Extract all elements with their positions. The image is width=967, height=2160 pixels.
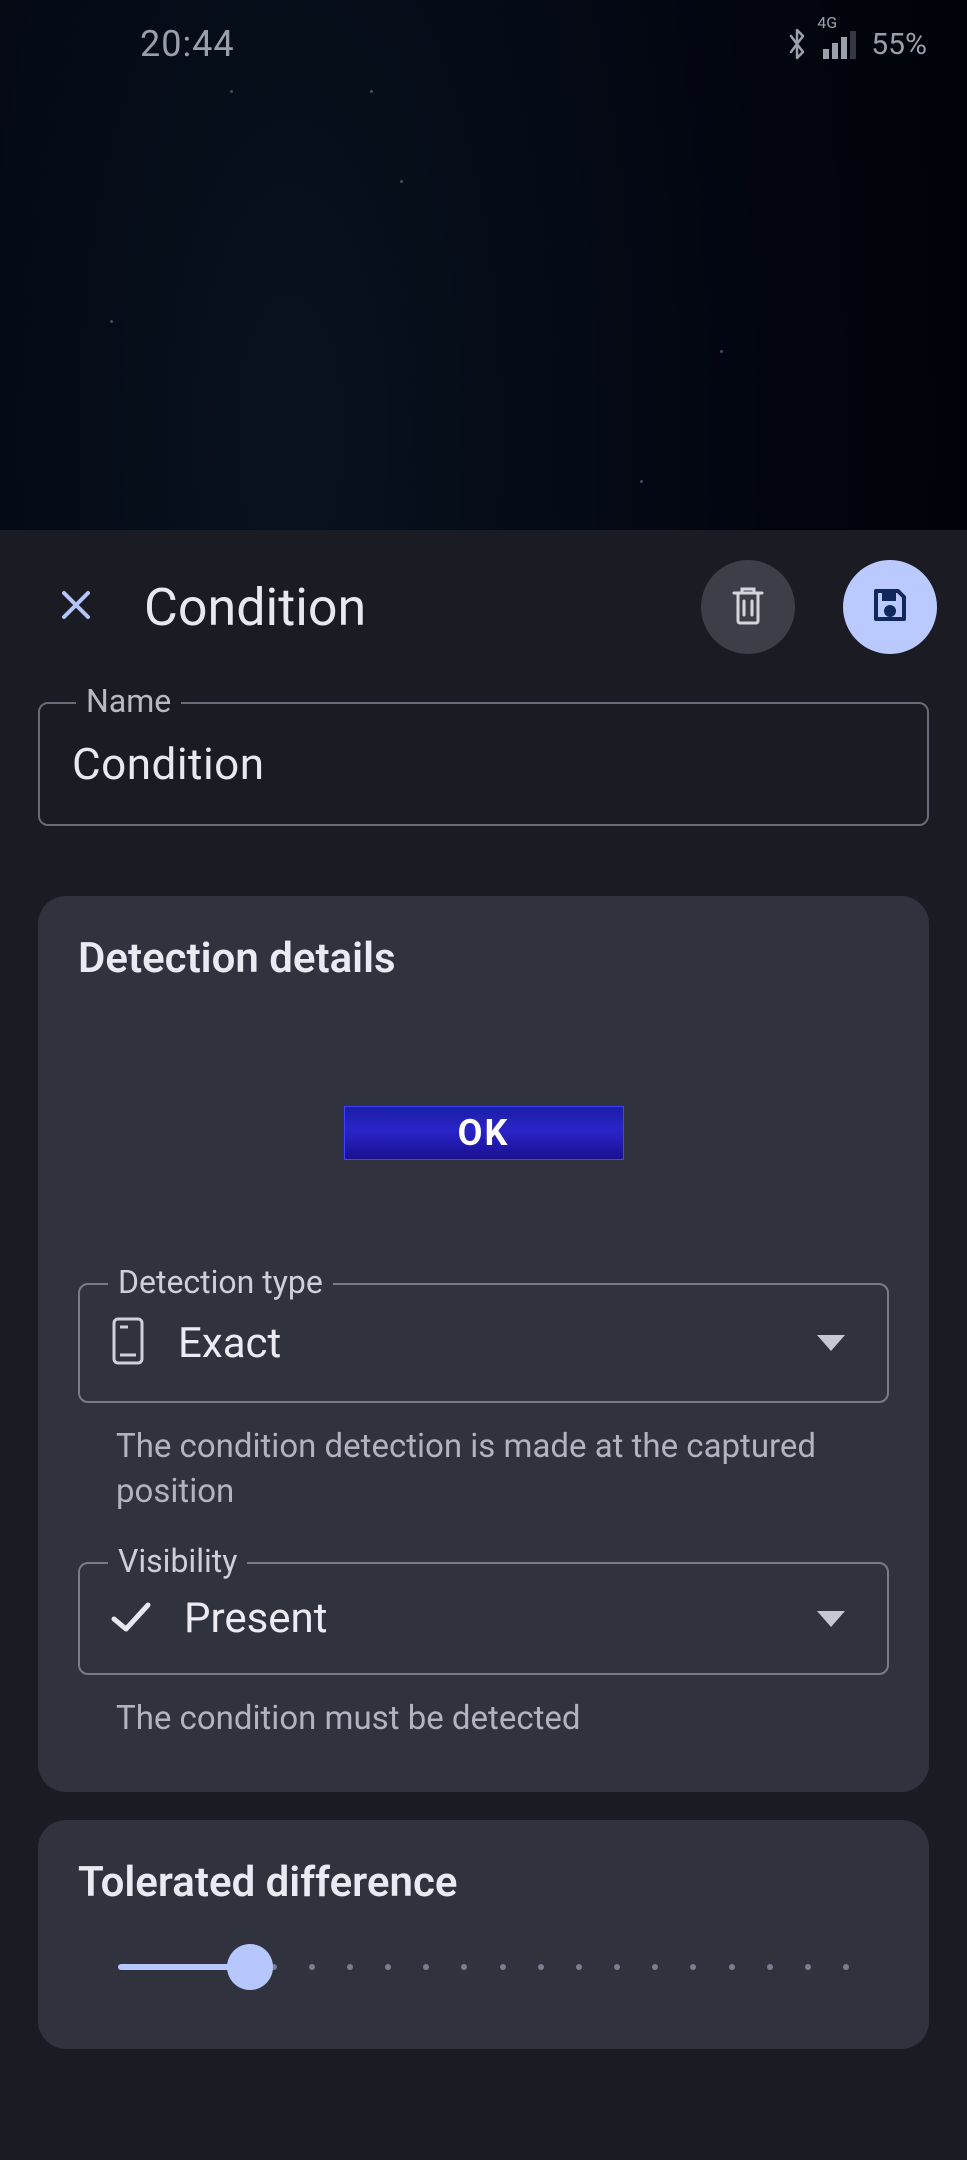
detection-type-helper: The condition detection is made at the c… bbox=[116, 1425, 879, 1514]
name-field[interactable]: Name Condition bbox=[38, 702, 929, 826]
close-icon bbox=[56, 585, 96, 629]
detection-type-select[interactable]: Detection type Exact bbox=[78, 1283, 889, 1403]
status-bar: 20:44 4G 55% bbox=[0, 0, 967, 88]
chevron-down-icon bbox=[817, 1611, 845, 1627]
check-icon bbox=[108, 1597, 154, 1641]
4g-signal-icon: 4G bbox=[823, 29, 857, 59]
condition-preview[interactable]: OK bbox=[78, 1023, 889, 1243]
save-button[interactable] bbox=[843, 560, 937, 654]
tolerance-slider[interactable] bbox=[88, 1947, 879, 1987]
preview-image: OK bbox=[344, 1106, 624, 1160]
save-icon bbox=[868, 583, 912, 631]
detection-card-title: Detection details bbox=[78, 934, 889, 983]
detection-details-card: Detection details OK Detection type E bbox=[38, 896, 929, 1792]
name-label: Name bbox=[76, 682, 181, 720]
status-time: 20:44 bbox=[140, 23, 235, 65]
visibility-label: Visibility bbox=[108, 1542, 247, 1580]
device-icon bbox=[108, 1315, 148, 1371]
visibility-value: Present bbox=[184, 1594, 787, 1643]
toolbar: Condition bbox=[0, 530, 967, 684]
chevron-down-icon bbox=[817, 1335, 845, 1351]
preview-text: OK bbox=[458, 1112, 510, 1154]
toolbar-title: Condition bbox=[144, 577, 653, 638]
bluetooth-icon bbox=[785, 26, 809, 62]
tolerance-card: Tolerated difference bbox=[38, 1820, 929, 2049]
visibility-select[interactable]: Visibility Present bbox=[78, 1562, 889, 1675]
slider-thumb[interactable] bbox=[227, 1944, 273, 1990]
visibility-helper: The condition must be detected bbox=[116, 1697, 879, 1742]
close-button[interactable] bbox=[48, 579, 104, 635]
name-value: Condition bbox=[72, 738, 895, 790]
status-battery: 55% bbox=[871, 27, 927, 62]
delete-button[interactable] bbox=[701, 560, 795, 654]
tolerance-title: Tolerated difference bbox=[78, 1858, 889, 1907]
detection-type-label: Detection type bbox=[108, 1263, 333, 1301]
condition-sheet: Condition Name bbox=[0, 530, 967, 2160]
detection-type-value: Exact bbox=[178, 1319, 787, 1368]
trash-icon bbox=[728, 583, 768, 631]
